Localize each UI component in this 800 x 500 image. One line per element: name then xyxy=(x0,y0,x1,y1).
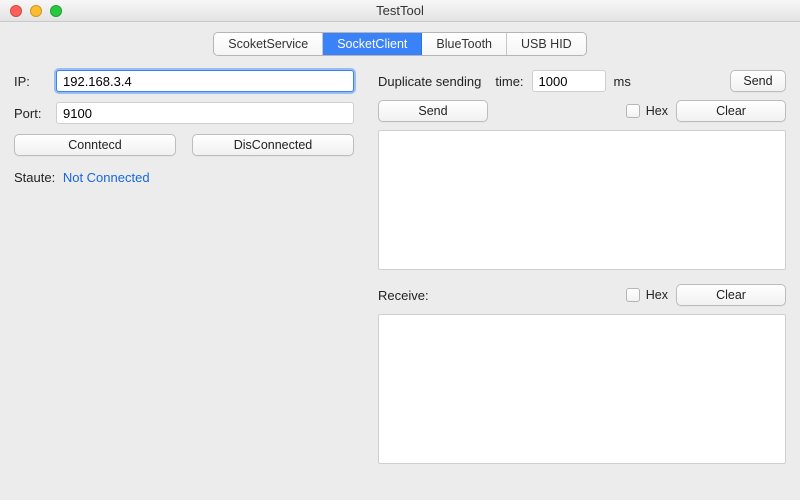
window-title: TestTool xyxy=(0,3,800,18)
minimize-icon[interactable] xyxy=(30,5,42,17)
disconnect-button[interactable]: DisConnected xyxy=(192,134,354,156)
tab-bar: ScoketService SocketClient BlueTooth USB… xyxy=(14,32,786,56)
ip-input[interactable] xyxy=(56,70,354,92)
zoom-icon[interactable] xyxy=(50,5,62,17)
tab-segment: ScoketService SocketClient BlueTooth USB… xyxy=(213,32,586,56)
port-label: Port: xyxy=(14,106,56,121)
tab-socketservice[interactable]: ScoketService xyxy=(214,33,323,55)
checkbox-icon xyxy=(626,104,640,118)
close-icon[interactable] xyxy=(10,5,22,17)
duplicate-sending-label: Duplicate sending xyxy=(378,74,481,89)
receive-label: Receive: xyxy=(378,288,429,303)
time-unit-label: ms xyxy=(614,74,631,89)
send-clear-button[interactable]: Clear xyxy=(676,100,786,122)
send-hex-label: Hex xyxy=(646,104,668,118)
receive-hex-label: Hex xyxy=(646,288,668,302)
connection-panel: IP: Port: Conntecd DisConnected Staute: … xyxy=(14,70,354,464)
connect-button[interactable]: Conntecd xyxy=(14,134,176,156)
window-content: ScoketService SocketClient BlueTooth USB… xyxy=(0,22,800,470)
tab-socketclient[interactable]: SocketClient xyxy=(323,33,422,55)
status-label: Staute: xyxy=(14,170,55,185)
io-panel: Duplicate sending time: ms Send Send Hex… xyxy=(378,70,786,464)
port-input[interactable] xyxy=(56,102,354,124)
send-button[interactable]: Send xyxy=(378,100,488,122)
receive-clear-button[interactable]: Clear xyxy=(676,284,786,306)
ip-label: IP: xyxy=(14,74,56,89)
status-value: Not Connected xyxy=(63,170,150,185)
window-controls xyxy=(10,5,62,17)
send-hex-checkbox[interactable]: Hex xyxy=(626,104,668,118)
window-titlebar: TestTool xyxy=(0,0,800,22)
receive-textarea[interactable] xyxy=(378,314,786,464)
send-textarea[interactable] xyxy=(378,130,786,270)
tab-bluetooth[interactable]: BlueTooth xyxy=(422,33,507,55)
tab-usbhid[interactable]: USB HID xyxy=(507,33,586,55)
receive-hex-checkbox[interactable]: Hex xyxy=(626,288,668,302)
time-label: time: xyxy=(495,74,523,89)
time-input[interactable] xyxy=(532,70,606,92)
duplicate-send-button[interactable]: Send xyxy=(730,70,786,92)
checkbox-icon xyxy=(626,288,640,302)
